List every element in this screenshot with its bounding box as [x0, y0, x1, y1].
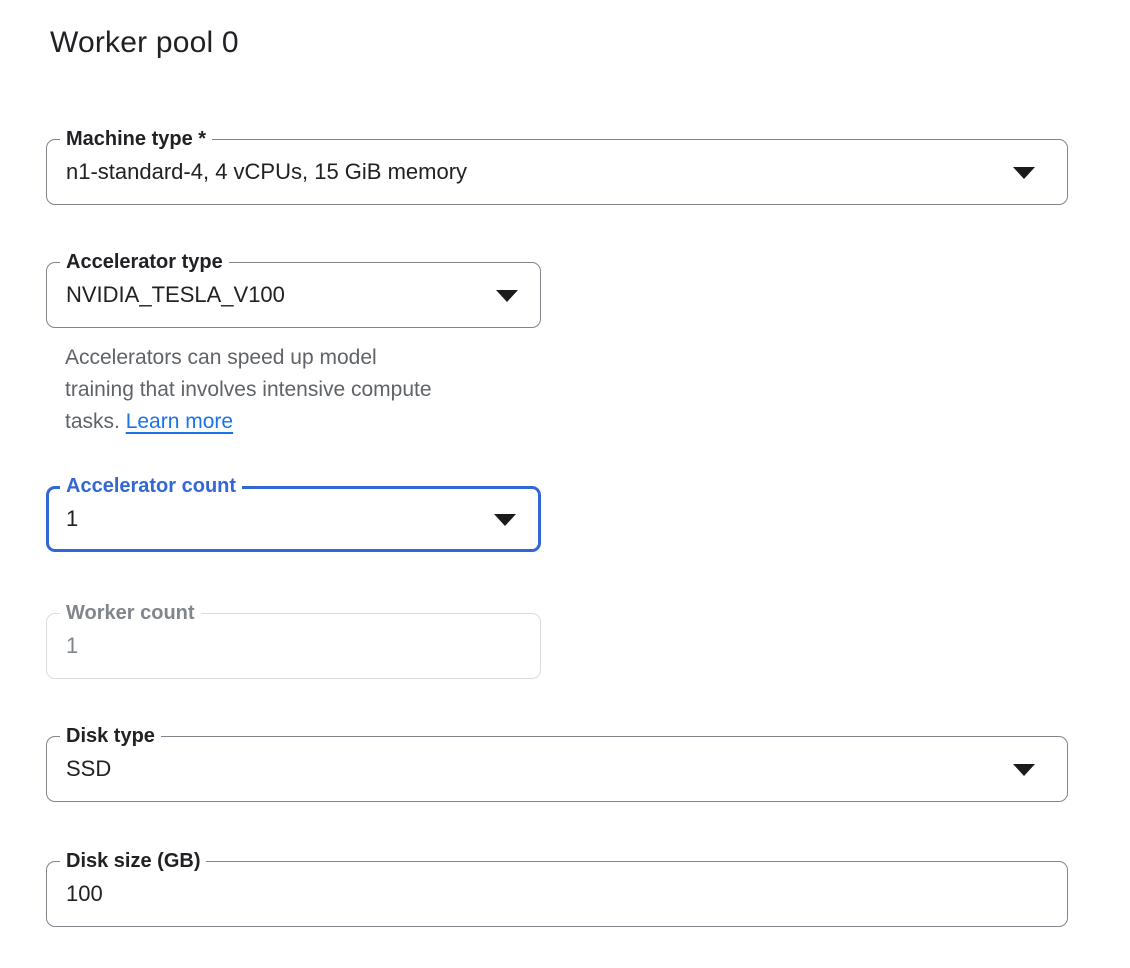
- worker-pool-form: Worker pool 0 Machine type * n1-standard…: [0, 0, 1130, 968]
- accelerator-type-field[interactable]: Accelerator type NVIDIA_TESLA_V100: [46, 262, 541, 328]
- accelerator-help-text: Accelerators can speed up model training…: [65, 342, 525, 438]
- help-line: tasks.: [65, 410, 120, 433]
- help-line: training that involves intensive compute: [65, 374, 525, 406]
- accelerator-type-value: NVIDIA_TESLA_V100: [66, 282, 480, 308]
- machine-type-field[interactable]: Machine type * n1-standard-4, 4 vCPUs, 1…: [46, 139, 1068, 205]
- learn-more-link[interactable]: Learn more: [126, 410, 233, 433]
- disk-type-field[interactable]: Disk type SSD: [46, 736, 1068, 802]
- arrow-drop-down-icon: [494, 514, 516, 526]
- arrow-drop-down-icon: [1013, 167, 1035, 179]
- page-title: Worker pool 0: [50, 26, 239, 60]
- arrow-drop-down-icon: [1013, 764, 1035, 776]
- worker-count-field: Worker count: [46, 613, 541, 679]
- disk-size-field: Disk size (GB): [46, 861, 1068, 927]
- accelerator-count-value: 1: [66, 506, 478, 532]
- machine-type-value: n1-standard-4, 4 vCPUs, 15 GiB memory: [66, 159, 1007, 185]
- disk-size-input[interactable]: [66, 862, 1046, 926]
- accelerator-count-field[interactable]: Accelerator count 1: [46, 486, 541, 552]
- help-line: Accelerators can speed up model: [65, 342, 525, 374]
- worker-count-input: [66, 614, 519, 678]
- accelerator-type-label: Accelerator type: [60, 249, 229, 275]
- accelerator-count-label: Accelerator count: [60, 473, 242, 499]
- disk-type-value: SSD: [66, 756, 1007, 782]
- machine-type-label: Machine type *: [60, 126, 212, 152]
- disk-type-label: Disk type: [60, 723, 161, 749]
- arrow-drop-down-icon: [496, 290, 518, 302]
